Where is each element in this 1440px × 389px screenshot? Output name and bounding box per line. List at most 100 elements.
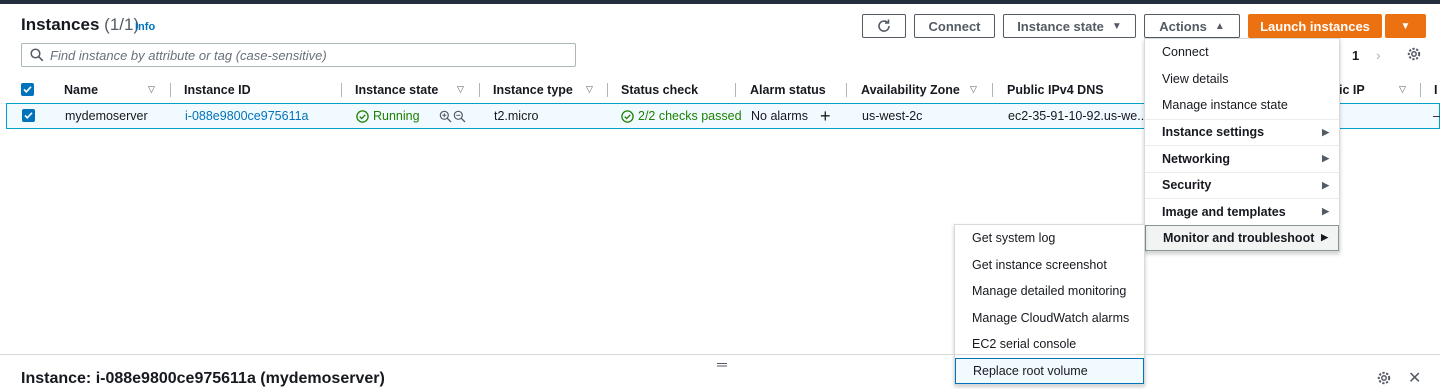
split-pane-divider <box>0 354 1440 355</box>
sort-icon[interactable]: ▽ <box>148 84 155 95</box>
instance-id-link[interactable]: i-088e9800ce975611a <box>185 104 309 128</box>
checkmark-icon <box>23 86 32 93</box>
column-divider[interactable] <box>479 83 480 97</box>
check-circle-icon <box>356 109 369 123</box>
menu-item-networking[interactable]: Networking ▶ <box>1145 145 1339 172</box>
actions-button[interactable]: Actions ▲ <box>1144 14 1240 38</box>
submenu-item-get-instance-screenshot[interactable]: Get instance screenshot <box>955 252 1144 279</box>
cell-status: 2/2 checks passed <box>621 104 742 128</box>
check-circle-icon <box>621 109 634 123</box>
search-placeholder: Find instance by attribute or tag (case-… <box>50 47 327 63</box>
gear-icon <box>1407 47 1421 61</box>
menu-item-security[interactable]: Security ▶ <box>1145 171 1339 199</box>
status-text: 2/2 checks passed <box>638 109 742 123</box>
menu-item-label: View details <box>1162 71 1229 86</box>
column-divider[interactable] <box>735 83 736 97</box>
page-number[interactable]: 1 <box>1352 48 1359 63</box>
top-stripe <box>0 0 1440 4</box>
zoom-out-icon[interactable] <box>453 110 466 123</box>
connect-button[interactable]: Connect <box>914 14 995 38</box>
menu-item-monitor-and-troubleshoot[interactable]: Monitor and troubleshoot ▶ <box>1145 224 1339 251</box>
column-divider[interactable] <box>341 83 342 97</box>
caret-down-icon: ▼ <box>1400 20 1411 32</box>
col-alarm-status[interactable]: Alarm status <box>750 77 826 103</box>
menu-item-label: Connect <box>1162 45 1209 60</box>
col-truncated[interactable]: I <box>1434 77 1437 103</box>
details-title: Instance: i-088e9800ce975611a (mydemoser… <box>21 370 385 387</box>
launch-instances-button[interactable]: Launch instances <box>1248 14 1382 38</box>
menu-item-label: Image and templates <box>1162 204 1286 219</box>
col-instance-type[interactable]: Instance type <box>493 77 573 103</box>
close-icon[interactable]: ✕ <box>1408 368 1421 388</box>
next-page-icon[interactable]: › <box>1376 47 1381 63</box>
page-title-text: Instances <box>21 15 100 34</box>
sort-icon[interactable]: ▽ <box>970 84 977 95</box>
info-link[interactable]: Info <box>135 21 155 33</box>
instance-state-button[interactable]: Instance state ▼ <box>1003 14 1136 38</box>
zoom-controls <box>439 104 466 128</box>
menu-item-connect[interactable]: Connect <box>1145 39 1339 66</box>
state-text: Running <box>373 109 420 123</box>
sort-icon[interactable]: ▽ <box>1399 84 1406 95</box>
menu-item-label: Networking <box>1162 151 1231 166</box>
refresh-icon <box>878 19 890 32</box>
submenu-arrow-icon: ▶ <box>1322 126 1329 137</box>
select-all-checkbox[interactable] <box>21 83 34 96</box>
submenu-item-replace-root-volume[interactable]: Replace root volume <box>955 357 1144 384</box>
sort-icon[interactable]: ▽ <box>586 84 593 95</box>
submenu-item-manage-cloudwatch-alarms[interactable]: Manage CloudWatch alarms <box>955 305 1144 332</box>
sort-icon[interactable]: ▽ <box>457 84 464 95</box>
submenu-item-manage-detailed-monitoring[interactable]: Manage detailed monitoring <box>955 278 1144 305</box>
col-public-ip[interactable]: ic IP <box>1339 77 1365 103</box>
details-settings-button[interactable] <box>1376 370 1392 389</box>
search-input[interactable]: Find instance by attribute or tag (case-… <box>21 43 576 67</box>
actions-label: Actions <box>1159 18 1207 34</box>
cell-alarm: No alarms <box>751 109 808 123</box>
column-divider[interactable] <box>846 83 847 97</box>
col-instance-state[interactable]: Instance state <box>355 77 438 103</box>
add-alarm-icon[interactable]: + <box>820 104 831 128</box>
column-divider[interactable] <box>1420 83 1421 97</box>
search-icon <box>30 48 44 62</box>
menu-item-label: Manage instance state <box>1162 98 1288 113</box>
monitor-submenu: Get system log Get instance screenshot M… <box>954 224 1145 385</box>
menu-item-label: Security <box>1162 178 1212 193</box>
col-availability-zone[interactable]: Availability Zone <box>861 77 960 103</box>
submenu-item-get-system-log[interactable]: Get system log <box>955 225 1144 252</box>
zoom-in-icon[interactable] <box>439 110 452 123</box>
launch-instances-label: Launch instances <box>1260 18 1370 34</box>
submenu-arrow-icon: ▶ <box>1321 232 1328 243</box>
submenu-arrow-icon: ▶ <box>1322 153 1329 164</box>
page-title: Instances (1/1) <box>21 15 139 35</box>
menu-item-image-and-templates[interactable]: Image and templates ▶ <box>1145 198 1339 225</box>
col-instance-id[interactable]: Instance ID <box>184 77 251 103</box>
instance-state-label: Instance state <box>1017 18 1104 34</box>
preferences-button[interactable] <box>1406 46 1422 65</box>
launch-dropdown-button[interactable]: ▼ <box>1385 14 1426 38</box>
menu-item-instance-settings[interactable]: Instance settings ▶ <box>1145 118 1339 146</box>
cell-dns: ec2-35-91-10-92.us-we... <box>1008 109 1148 123</box>
cell-type: t2.micro <box>494 109 539 123</box>
refresh-button[interactable] <box>862 14 906 38</box>
actions-menu: Connect View details Manage instance sta… <box>1144 38 1340 252</box>
checkmark-icon <box>24 112 33 119</box>
menu-item-label: Monitor and troubleshoot <box>1163 230 1315 245</box>
drag-handle-icon[interactable]: ═ <box>717 356 727 372</box>
cell-name: mydemoserver <box>65 109 148 123</box>
cell-tail: – <box>1433 109 1440 123</box>
submenu-arrow-icon: ▶ <box>1322 206 1329 217</box>
submenu-arrow-icon: ▶ <box>1322 179 1329 190</box>
menu-item-label: Instance settings <box>1162 125 1265 140</box>
menu-item-view-details[interactable]: View details <box>1145 66 1339 93</box>
col-name[interactable]: Name <box>64 77 98 103</box>
column-divider[interactable] <box>992 83 993 97</box>
col-public-dns[interactable]: Public IPv4 DNS <box>1007 77 1104 103</box>
cell-az: us-west-2c <box>862 109 923 123</box>
col-status-check[interactable]: Status check <box>621 77 698 103</box>
column-divider[interactable] <box>607 83 608 97</box>
row-checkbox[interactable] <box>22 109 35 122</box>
instance-count: (1/1) <box>104 15 140 34</box>
caret-up-icon: ▲ <box>1214 20 1225 32</box>
menu-item-manage-instance-state[interactable]: Manage instance state <box>1145 92 1339 119</box>
column-divider[interactable] <box>170 83 171 97</box>
